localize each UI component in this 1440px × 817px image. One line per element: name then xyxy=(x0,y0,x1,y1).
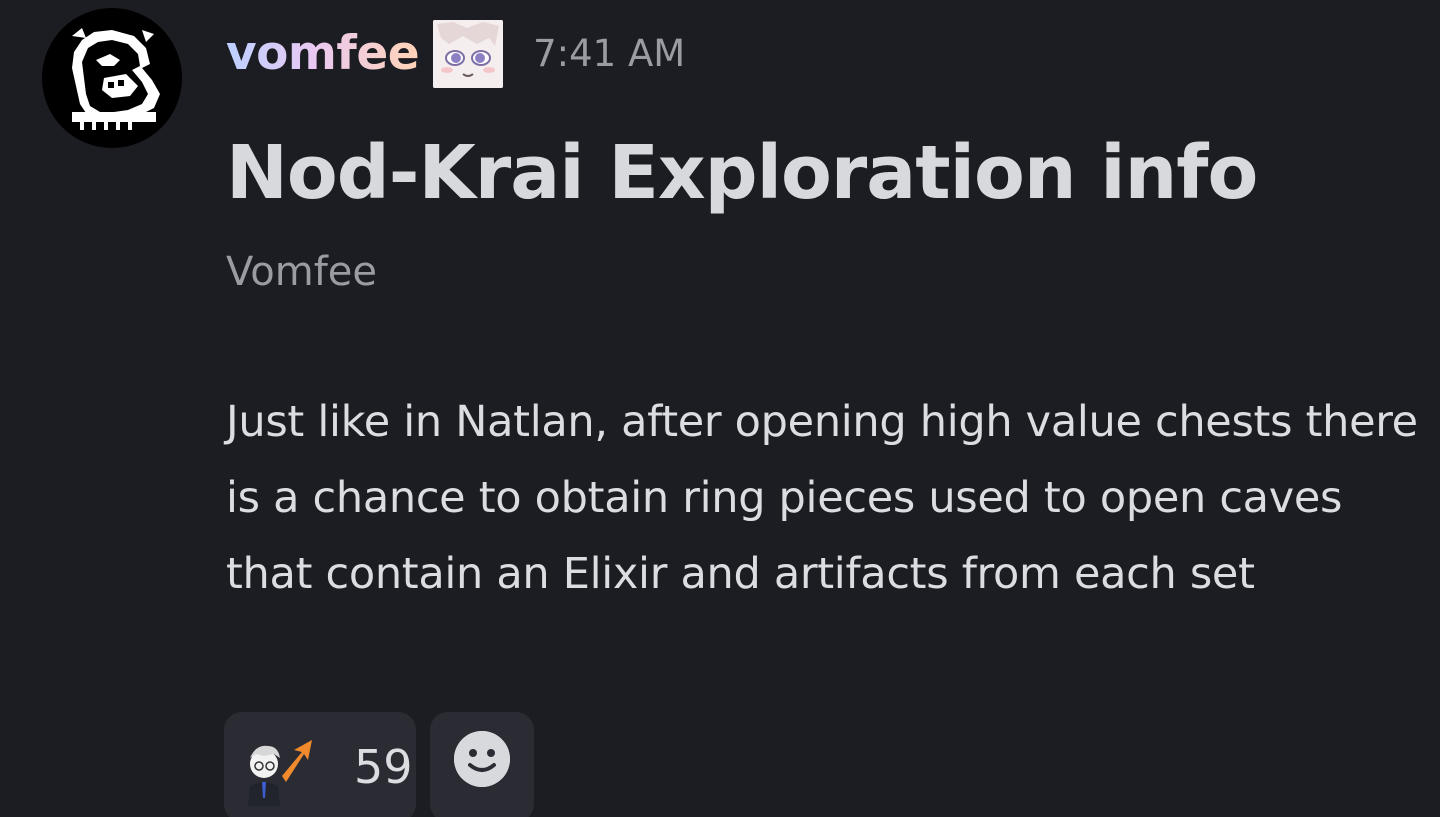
smiley-add-reaction-icon xyxy=(454,731,510,787)
anime-character-arrow-up-emoji-icon xyxy=(242,736,312,806)
author-avatar[interactable] xyxy=(42,8,182,148)
message-subtext: Vomfee xyxy=(226,249,377,295)
message-title: Nod-Krai Exploration info xyxy=(226,130,1258,216)
anime-face-role-icon[interactable] xyxy=(433,20,504,88)
reaction-count: 59 xyxy=(354,740,413,794)
reaction-button[interactable]: 59 xyxy=(224,712,416,817)
message-body: Just like in Natlan, after opening high … xyxy=(226,397,1418,599)
message-header: vomfee 7:41 AM xyxy=(226,18,685,90)
add-reaction-button[interactable] xyxy=(430,712,534,817)
author-username[interactable]: vomfee xyxy=(226,18,420,90)
reaction-bar: 59 xyxy=(224,712,534,817)
chat-message: vomfee 7:41 AM Nod-Krai Exploration info… xyxy=(0,0,1440,817)
message-timestamp[interactable]: 7:41 AM xyxy=(533,18,685,90)
pixel-dragon-avatar-icon xyxy=(42,8,182,148)
